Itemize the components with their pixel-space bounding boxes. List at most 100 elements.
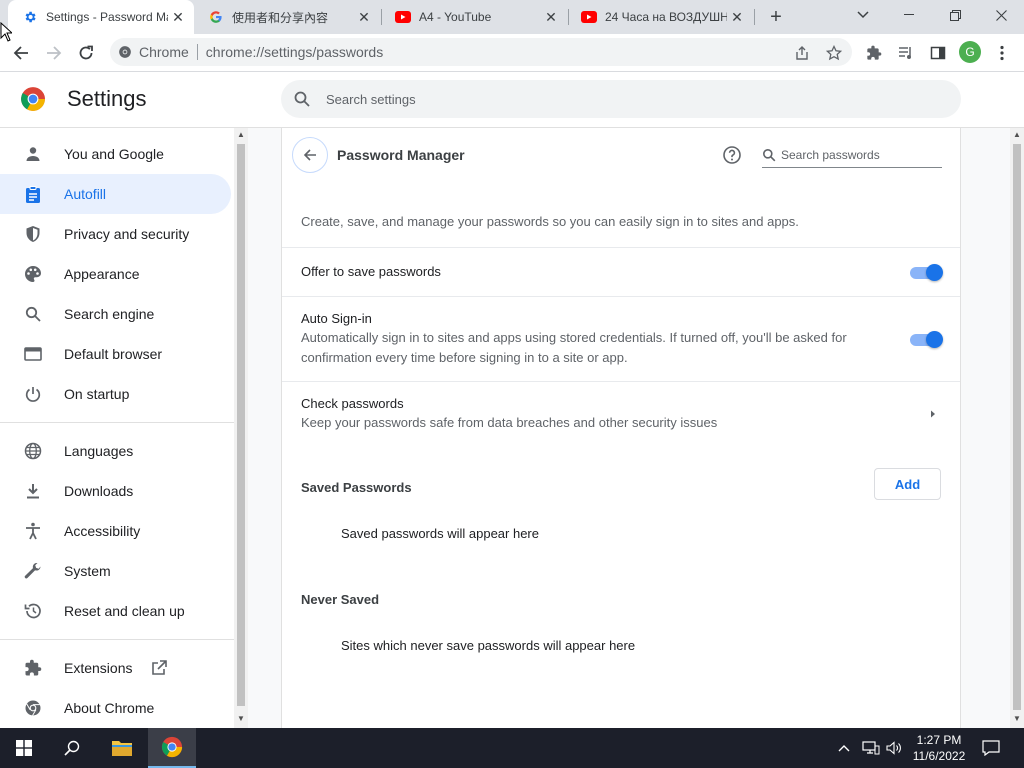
sidebar-item-appearance[interactable]: Appearance [0,254,231,294]
sidebar-item-accessibility[interactable]: Accessibility [0,511,231,551]
sidebar-item-label: Privacy and security [64,226,190,242]
scroll-down-arrow[interactable]: ▼ [1013,714,1021,724]
never-saved-title: Never Saved [301,592,380,607]
back-button[interactable] [292,137,328,173]
media-control-icon[interactable] [895,42,917,64]
sidebar-item-privacy-and-security[interactable]: Privacy and security [0,214,231,254]
chrome-logo-icon [21,87,45,111]
search-placeholder: Search settings [326,91,416,107]
scrollbar-thumb[interactable] [237,144,245,706]
bookmark-star-icon[interactable] [823,42,845,64]
shield-icon [23,224,43,244]
sidebar-item-reset-and-clean-up[interactable]: Reset and clean up [0,591,231,631]
help-icon[interactable] [722,145,742,165]
sidebar-item-label: Default browser [64,346,163,362]
sidebar-item-extensions[interactable]: Extensions [0,648,231,688]
sidebar-divider [0,422,234,423]
close-tab-icon[interactable]: ✕ [543,9,559,25]
sidebar-item-label: You and Google [64,146,164,162]
chrome-menu-icon[interactable] [991,42,1013,64]
show-hidden-icons-icon[interactable] [838,728,850,768]
add-password-button[interactable]: Add [874,468,941,500]
volume-icon[interactable] [886,728,902,768]
offer-to-save-toggle[interactable] [910,264,943,281]
side-panel-icon[interactable] [927,42,949,64]
auto-signin-label: Auto Sign-in [301,311,372,326]
minimize-icon[interactable] [886,0,932,30]
sidebar-item-languages[interactable]: Languages [0,431,231,471]
sidebar-divider [0,639,234,640]
browser-toolbar: Chrome chrome://settings/passwords G [0,34,1024,72]
settings-header: Settings Search settings [0,72,1024,128]
sidebar-item-label: Search engine [64,306,155,322]
taskbar-clock[interactable]: 1:27 PM 11/6/2022 [905,732,973,764]
extensions-puzzle-icon[interactable] [863,42,885,64]
sidebar-item-label: Reset and clean up [64,603,185,619]
windows-start-icon[interactable] [0,728,48,768]
reload-icon[interactable] [75,42,97,64]
auto-signin-toggle[interactable] [910,331,943,348]
sidebar-item-default-browser[interactable]: Default browser [0,334,231,374]
tab-search-icon[interactable] [840,0,886,30]
search-icon [294,91,310,107]
settings-search-input[interactable]: Search settings [281,80,961,118]
password-manager-card: Password Manager Search passwords Create… [281,128,961,728]
main-scrollbar[interactable]: ▲ ▼ [1010,128,1024,728]
offer-to-save-label: Offer to save passwords [301,264,441,279]
description-text: Create, save, and manage your passwords … [301,214,799,229]
sidebar-item-label: On startup [64,386,130,402]
palette-icon [23,264,43,284]
row-separator [282,247,960,248]
tab-settings[interactable]: Settings - Password Manager ✕ [8,0,194,34]
sidebar-item-label: Accessibility [64,523,141,539]
profile-avatar[interactable]: G [959,41,981,63]
scroll-down-arrow[interactable]: ▼ [237,714,245,724]
sidebar-item-on-startup[interactable]: On startup [0,374,231,414]
close-window-icon[interactable] [978,0,1024,30]
tab-title: A4 - YouTube [419,10,492,24]
history-icon [23,601,43,621]
back-icon[interactable] [10,42,32,64]
search-icon [23,304,43,324]
sidebar-item-label: Downloads [64,483,134,499]
mouse-cursor-icon [0,22,12,42]
scrollbar-thumb[interactable] [1013,144,1021,710]
sidebar-item-system[interactable]: System [0,551,231,591]
network-icon[interactable] [862,728,880,768]
scroll-up-arrow[interactable]: ▲ [237,130,245,140]
omnibox[interactable]: Chrome chrome://settings/passwords [110,38,852,66]
tab-youtube-a4[interactable]: A4 - YouTube ✕ [381,0,567,34]
chrome-icon [119,46,131,58]
globe-icon [23,441,43,461]
notifications-icon[interactable] [982,728,1000,768]
taskbar-search-icon[interactable] [48,728,96,768]
site-info-chip[interactable]: Chrome [110,44,189,60]
share-icon[interactable] [791,42,813,64]
close-tab-icon[interactable]: ✕ [170,9,186,25]
search-icon [763,148,776,161]
close-tab-icon[interactable]: ✕ [729,9,745,25]
sidebar-item-label: Appearance [64,266,140,282]
restore-icon[interactable] [932,0,978,30]
sidebar-item-autofill[interactable]: Autofill [0,174,231,214]
new-tab-icon[interactable]: + [766,7,786,27]
forward-icon[interactable] [43,42,65,64]
sidebar-item-you-and-google[interactable]: You and Google [0,134,231,174]
puzzle-icon [23,658,43,678]
sidebar-item-downloads[interactable]: Downloads [0,471,231,511]
password-search-input[interactable]: Search passwords [762,142,942,168]
sidebar-scrollbar[interactable]: ▲ ▼ [234,128,248,728]
download-icon [23,481,43,501]
scroll-up-arrow[interactable]: ▲ [1013,130,1021,140]
file-explorer-icon[interactable] [98,728,146,768]
tab-youtube-24h[interactable]: 24 Часа на ВОЗДУШНОМ ✕ [567,0,753,34]
saved-passwords-empty: Saved passwords will appear here [341,526,539,541]
google-icon [208,9,224,25]
taskbar-chrome-icon[interactable] [148,728,196,768]
tab-sharing[interactable]: 使用者和分享內容 ✕ [194,0,380,34]
close-tab-icon[interactable]: ✕ [356,9,372,25]
never-saved-empty: Sites which never save passwords will ap… [341,638,636,653]
sidebar-item-search-engine[interactable]: Search engine [0,294,231,334]
person-icon [23,144,43,164]
sidebar-item-about-chrome[interactable]: About Chrome [0,688,231,728]
